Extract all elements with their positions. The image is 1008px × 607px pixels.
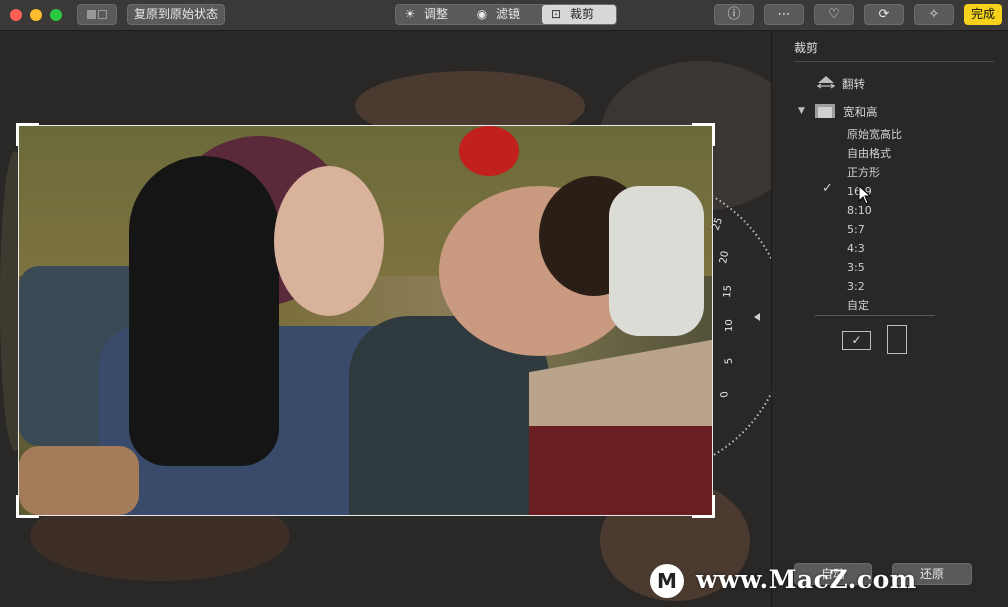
- dial-tick-10: 10: [724, 319, 735, 332]
- tab-adjust[interactable]: ☀ 调整: [402, 5, 466, 24]
- dial-tick-15: 15: [722, 285, 734, 298]
- watermark-text: www.MacZ.com: [696, 565, 917, 594]
- mouse-pointer-icon: [858, 185, 872, 205]
- dial-tick-5: 5: [724, 357, 735, 364]
- window-zoom-button[interactable]: [50, 9, 62, 21]
- magic-wand-icon: ✧: [928, 7, 940, 22]
- flip-label: 翻转: [842, 77, 865, 91]
- aspect-ratio-icon: [815, 104, 835, 118]
- revert-to-original-button[interactable]: 复原到原始状态: [127, 4, 225, 25]
- ratio-original[interactable]: 原始宽高比: [847, 125, 902, 144]
- photo-boots: [19, 446, 139, 515]
- portrait-orientation-button[interactable]: [887, 325, 907, 354]
- dial-tick-0: 0: [719, 390, 731, 398]
- photo-canvas: 25 20 15 10 5 0: [0, 31, 771, 607]
- ratio-8-10[interactable]: 8:10: [847, 201, 902, 220]
- info-icon: ⓘ: [727, 7, 741, 22]
- aspect-ratio-list: 原始宽高比 自由格式 正方形 16:9 8:10 5:7 4:3 3:5 3:2…: [847, 125, 902, 315]
- toolbar: 复原到原始状态 ☀ 调整 ◉ 滤镜 ⊡ 裁剪 ⓘ ⋯ ♡ ⟳ ✧ 完成: [0, 0, 1008, 31]
- photo-berries: [459, 126, 519, 176]
- ratio-square[interactable]: 正方形: [847, 163, 902, 182]
- ratio-3-2[interactable]: 3:2: [847, 277, 902, 296]
- window-close-button[interactable]: [10, 9, 22, 21]
- heart-icon: ♡: [828, 7, 840, 22]
- sidebar-separator: [815, 315, 935, 316]
- crop-icon: ⊡: [550, 7, 562, 21]
- more-options-button[interactable]: ⋯: [764, 4, 804, 25]
- photo-image[interactable]: [19, 126, 712, 515]
- photo-blanket: [529, 426, 712, 515]
- ratio-16-9[interactable]: 16:9: [847, 182, 902, 201]
- edit-mode-segmented-control: ☀ 调整 ◉ 滤镜 ⊡ 裁剪: [395, 4, 617, 25]
- rotation-dial[interactable]: 25 20 15 10 5 0: [690, 181, 771, 471]
- tab-filters[interactable]: ◉ 滤镜: [474, 5, 538, 24]
- dial-pointer-icon: [754, 313, 760, 321]
- watermark: M www.MacZ.com: [650, 562, 990, 600]
- ratio-custom[interactable]: 自定: [847, 296, 902, 315]
- disclosure-triangle-icon: ▼: [798, 106, 805, 116]
- done-button[interactable]: 完成: [964, 4, 1002, 25]
- rotate-button[interactable]: ⟳: [864, 4, 904, 25]
- checkmark-icon: ✓: [822, 181, 833, 196]
- crop-sidebar: 裁剪 翻转 ▼ 宽和高 ✓ 原始宽高比 自由格式 正方形 16:9 8:10 5…: [771, 31, 1008, 607]
- tab-adjust-label: 调整: [424, 7, 449, 21]
- watermark-logo-icon: M: [650, 564, 684, 598]
- sidebar-divider: [794, 61, 994, 62]
- rotate-icon: ⟳: [878, 7, 890, 22]
- tab-crop[interactable]: ⊡ 裁剪: [542, 5, 616, 24]
- tab-crop-label: 裁剪: [570, 7, 595, 21]
- landscape-orientation-button[interactable]: ✓: [842, 331, 871, 350]
- filter-circles-icon: ◉: [476, 7, 488, 21]
- dial-tick-20: 20: [718, 250, 731, 264]
- favorite-button[interactable]: ♡: [814, 4, 854, 25]
- aspect-ratio-label: 宽和高: [843, 105, 878, 119]
- photo-woman-face: [274, 166, 384, 316]
- ratio-4-3[interactable]: 4:3: [847, 239, 902, 258]
- dial-tick-25: 25: [710, 216, 725, 232]
- enhance-button[interactable]: ✧: [914, 4, 954, 25]
- split-view-button[interactable]: [77, 4, 117, 25]
- ratio-3-5[interactable]: 3:5: [847, 258, 902, 277]
- split-view-icon-part: [98, 10, 107, 19]
- adjust-dial-icon: ☀: [404, 7, 416, 21]
- info-button[interactable]: ⓘ: [714, 4, 754, 25]
- sidebar-title: 裁剪: [794, 41, 819, 55]
- tab-filters-label: 滤镜: [496, 7, 521, 21]
- split-view-icon: [87, 10, 96, 19]
- checkmark-icon: ✓: [851, 333, 862, 347]
- window-minimize-button[interactable]: [30, 9, 42, 21]
- ratio-5-7[interactable]: 5:7: [847, 220, 902, 239]
- more-options-icon: ⋯: [777, 7, 791, 22]
- photo-hair: [129, 156, 279, 466]
- flip-icon: [817, 76, 835, 89]
- ratio-freeform[interactable]: 自由格式: [847, 144, 902, 163]
